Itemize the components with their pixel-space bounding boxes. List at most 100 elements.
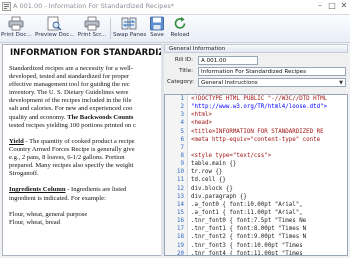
line-number: 5 [180, 128, 185, 135]
minimize-button[interactable]: – [314, 0, 326, 12]
general-information-panel: General Information Rill ID: A 001.00 Ti… [164, 44, 348, 256]
document-line: Flour, wheat, bread [9, 218, 61, 226]
code-line: 2 "http://www.w3.org/TR/html4/loose.dtd"… [165, 104, 347, 112]
code-text: "http://www.w3.org/TR/html4/loose.dtd"> [191, 104, 328, 111]
line-number: 1 [180, 96, 185, 102]
toolbar-separator [110, 18, 111, 39]
code-line: 11 td.cell {} [165, 177, 347, 185]
code-line: 16 .tnr_font0 { font:7.5pt "Times Ne [165, 218, 347, 226]
document-section-title: Yield [9, 137, 24, 145]
code-text: .tnr_font4 { font:11.00pt "Times [191, 250, 303, 256]
line-number: 4 [180, 120, 185, 127]
code-line: 20 .tnr_font4 { font:11.00pt "Times [165, 250, 347, 256]
code-text: <head> [191, 120, 212, 127]
document-line: Standardized recipes are a necessity for… [9, 65, 133, 72]
line-number: 3 [180, 112, 185, 119]
print-screen-button[interactable]: Print Scr... [77, 15, 107, 42]
code-text: <style type="text/css"> [191, 152, 272, 159]
code-line: 13 div.paragraph {} [165, 193, 347, 202]
general-information-title: General Information [169, 45, 226, 52]
code-text: .tnr_font3 { font:10.00pt "Times [191, 242, 303, 249]
swap-panes-button[interactable]: Swap Panes [113, 15, 147, 42]
save-button[interactable]: Save [147, 15, 167, 42]
code-line: 15 .a_font1 { font:11.00pt "Arial", [165, 209, 347, 218]
category-select[interactable]: General Instructions ▼ [198, 78, 346, 87]
line-number: 15 [177, 209, 184, 216]
line-number: 6 [180, 136, 185, 143]
code-line: 1 <!DOCTYPE HTML PUBLIC "-//W3C//DTD HTML [165, 96, 347, 104]
code-line: 18 .tnr_font2 { font:9.00pt "Times N [165, 234, 347, 242]
category-label: Category: [167, 79, 195, 85]
code-text: <html> [191, 112, 212, 119]
code-line: 5 <title>INFORMATION FOR STANDARDIZED RE [165, 128, 347, 137]
document-section-title: Ingredients Column [9, 186, 66, 194]
window-title: A 001.00 - Information For Standardized … [13, 2, 174, 10]
line-number: 13 [177, 193, 184, 200]
document-heading: INFORMATION FOR STANDARDIZED RECIPES [10, 48, 161, 58]
code-text: .tnr_font1 { font:8.00pt "Times N [191, 226, 307, 233]
code-text: <!DOCTYPE HTML PUBLIC "-//W3C//DTD HTML [191, 96, 328, 102]
document-emphasis: The Backwoods Counts [67, 113, 134, 121]
document-line: Country Armed Forces Recipe is generally… [9, 145, 135, 153]
code-line: 9 table.main {} [165, 161, 347, 169]
code-line: 19 .tnr_font3 { font:10.00pt "Times [165, 242, 347, 251]
document-line: effective management tool for guiding th… [9, 81, 130, 89]
reload-icon [174, 17, 186, 29]
line-number: 11 [177, 177, 184, 184]
code-line: 4 <head> [165, 120, 347, 128]
line-number: 20 [177, 250, 184, 256]
swap-panes-label: Swap Panes [113, 32, 147, 38]
document-line: ingredient is indicated. For example: [9, 194, 106, 202]
document-line: inventory. The U. S. Dietary Guidelines … [9, 89, 129, 97]
code-line: 6 <meta http-equiv="content-type" conte [165, 136, 347, 145]
category-value: General Instructions [201, 80, 258, 86]
line-number: 14 [177, 201, 184, 208]
maximize-button[interactable]: □ [326, 0, 338, 12]
document-line: quality and economy. The Backwoods Count… [9, 113, 134, 121]
app-window: A 001.00 - Information For Standardized … [0, 0, 350, 258]
code-text: <title>INFORMATION FOR STANDARDIZED RE [191, 128, 324, 135]
line-number: 10 [177, 169, 184, 176]
line-number: 19 [177, 242, 184, 249]
print-preview-icon [47, 16, 62, 31]
app-icon [2, 2, 11, 11]
document-line: tested recipes yielding 100 portions pri… [9, 121, 136, 129]
print-doc-label: Print Doc... [1, 32, 32, 38]
line-number: 8 [180, 152, 185, 159]
printer-icon [8, 16, 24, 31]
code-text: .tnr_font0 { font:7.5pt "Times Ne [191, 218, 307, 225]
general-information-header: General Information [164, 44, 348, 53]
code-text: div.block {} [191, 185, 233, 192]
code-text: table.main {} [191, 161, 237, 168]
line-number: 2 [180, 104, 185, 111]
line-number: 9 [180, 161, 185, 168]
print-screen-icon [84, 16, 100, 31]
chevron-down-icon[interactable]: ▼ [337, 79, 345, 86]
reload-button[interactable]: Reload [169, 15, 191, 42]
line-number: 7 [180, 144, 185, 151]
close-button[interactable]: ✕ [338, 0, 350, 12]
rid-input[interactable]: A 001.00 [198, 56, 258, 65]
code-text: tr.row {} [191, 169, 223, 176]
line-number: 16 [177, 218, 184, 225]
line-number: 17 [177, 226, 184, 233]
toolbar: Print Doc... Preview Doc... Print Scr... [0, 15, 350, 43]
print-doc-button[interactable]: Print Doc... [1, 15, 32, 42]
code-line: 8 <style type="text/css"> [165, 152, 347, 161]
document-line: Stroganoff. [9, 170, 39, 178]
code-line: 14 .a_font0 { font:10.00pt "Arial", [165, 201, 347, 210]
print-screen-label: Print Scr... [77, 32, 107, 38]
code-line: 3 <html> [165, 112, 347, 120]
preview-doc-label: Preview Doc... [35, 32, 75, 38]
line-number: 18 [177, 234, 184, 241]
save-icon [150, 16, 164, 31]
document-line: development of the recipes included in t… [9, 97, 132, 105]
line-number: 12 [177, 185, 184, 192]
html-source-editor[interactable]: 1 <!DOCTYPE HTML PUBLIC "-//W3C//DTD HTML… [164, 94, 348, 256]
code-text: .tnr_font2 { font:9.00pt "Times N [191, 234, 307, 241]
title-input[interactable]: Information For Standardized Recipes [198, 67, 346, 76]
preview-doc-button[interactable]: Preview Doc... [35, 15, 75, 42]
code-line: 17 .tnr_font1 { font:8.00pt "Times N [165, 226, 347, 234]
document-preview-pane[interactable]: INFORMATION FOR STANDARDIZED RECIPES Sta… [2, 44, 162, 256]
